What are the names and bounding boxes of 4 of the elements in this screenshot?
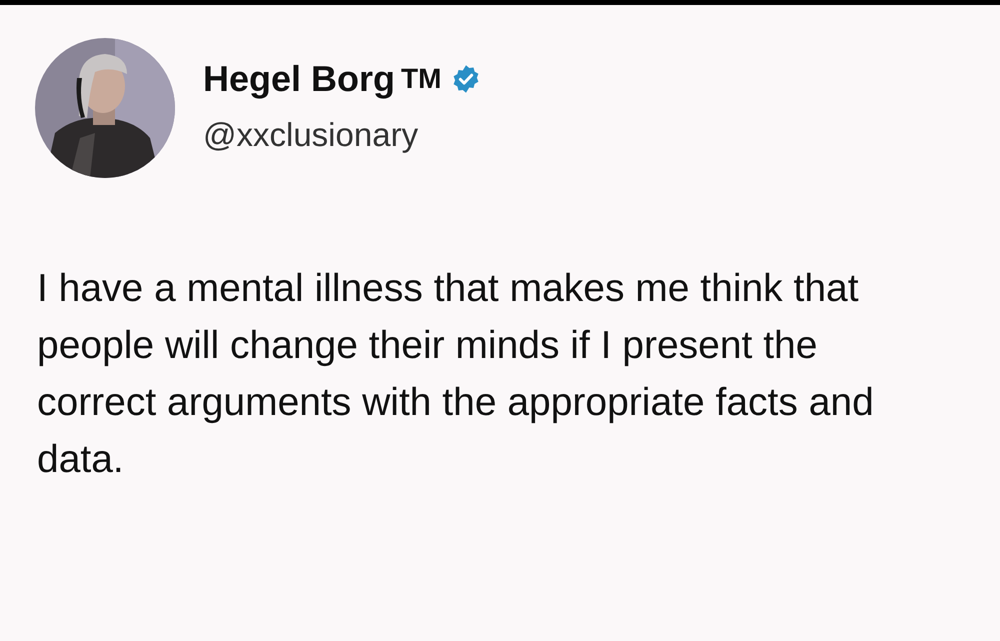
author-name: Hegel Borg (203, 57, 396, 102)
trademark-mark: TM (401, 62, 442, 96)
author-handle: @xxclusionary (203, 115, 420, 156)
post-text: I have a mental illness that makes me think that people will change their minds if I present the correct arguments with the appropriate facts and data. (37, 266, 875, 483)
